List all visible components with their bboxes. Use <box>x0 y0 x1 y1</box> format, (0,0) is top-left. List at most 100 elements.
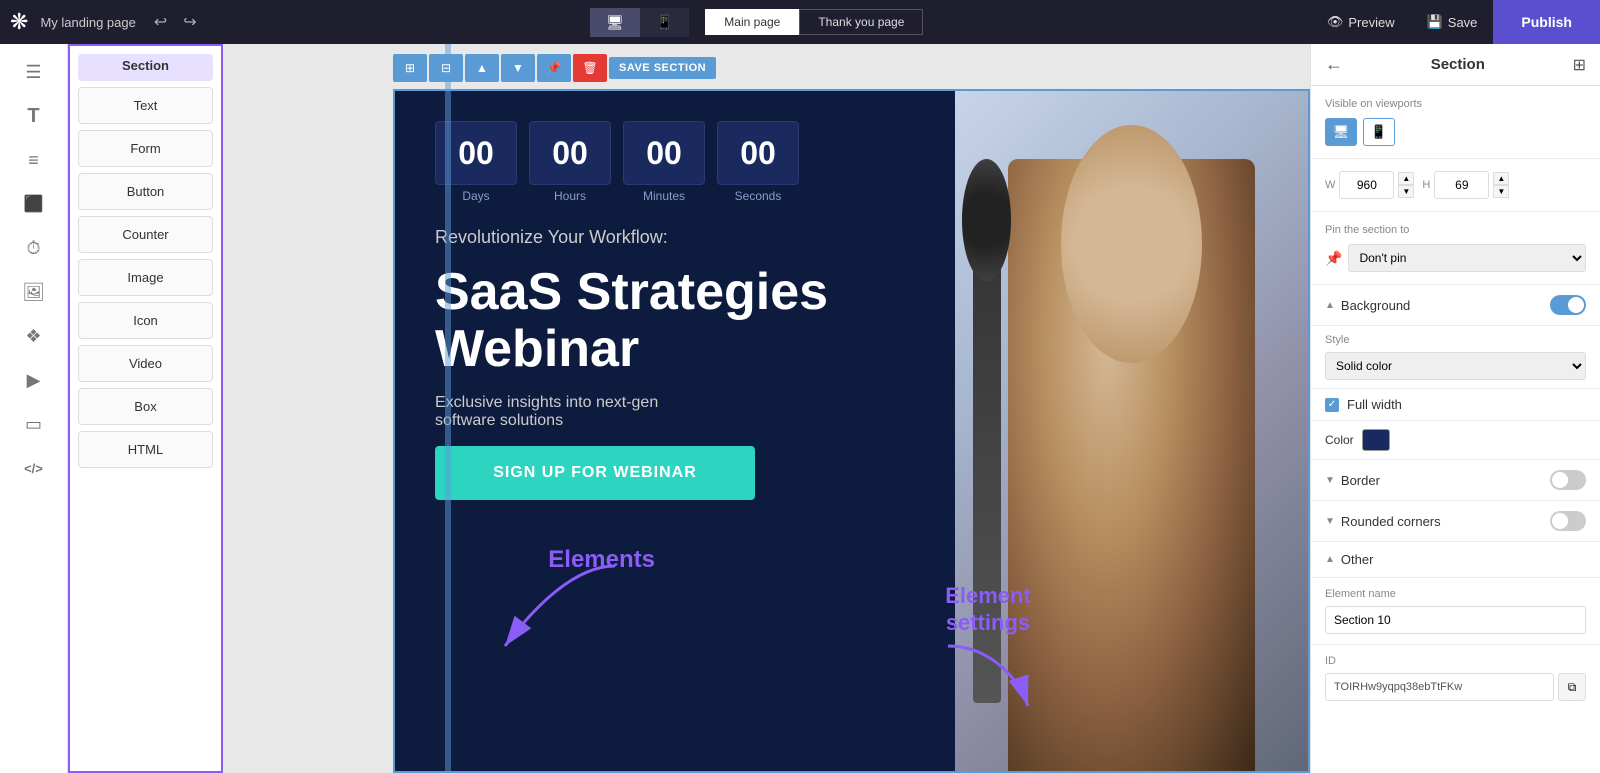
form-icon: ≡ <box>28 150 39 171</box>
other-row[interactable]: ▲ Other <box>1311 542 1600 578</box>
toolbar-duplicate-button[interactable]: ⊟ <box>429 54 463 82</box>
pin-icon: 📌 <box>1325 250 1342 267</box>
width-down-button[interactable]: ▼ <box>1398 185 1414 198</box>
publish-button[interactable]: Publish <box>1493 0 1600 44</box>
section-image <box>955 91 1308 771</box>
sidebar-item-icon[interactable]: ❖ <box>10 316 58 356</box>
element-item-image[interactable]: Image <box>78 259 213 296</box>
element-item-video[interactable]: Video <box>78 345 213 382</box>
element-item-html[interactable]: HTML <box>78 431 213 468</box>
element-name-input[interactable] <box>1325 606 1586 634</box>
toolbar-move-button[interactable]: ⊞ <box>393 54 427 82</box>
section-title: SaaS Strategies Webinar <box>435 264 925 378</box>
element-name-label: Element name <box>1325 588 1586 600</box>
undo-button[interactable]: ↩ <box>148 8 173 36</box>
image-icon: 🖼 <box>22 282 45 303</box>
background-toggle[interactable] <box>1550 295 1586 315</box>
rounded-corners-row[interactable]: ▼ Rounded corners <box>1311 501 1600 542</box>
right-panel: ← Section ⊞ Visible on viewports 🖥 📱 W ▲… <box>1310 44 1600 773</box>
sidebar-item-text[interactable]: T <box>10 96 58 136</box>
sidebar-item-form[interactable]: ≡ <box>10 140 58 180</box>
style-select[interactable]: Solid color Gradient Image Video <box>1325 352 1586 380</box>
topbar-left: ❋ My landing page ↩ ↪ <box>10 8 203 36</box>
element-item-form[interactable]: Form <box>78 130 213 167</box>
border-row[interactable]: ▼ Border <box>1311 460 1600 501</box>
width-group: W ▲ ▼ <box>1325 171 1414 199</box>
height-label: H <box>1422 179 1430 191</box>
preview-icon: 👁 <box>1327 14 1344 30</box>
id-input[interactable] <box>1325 673 1554 701</box>
element-panel-header: Section <box>78 54 213 81</box>
sidebar-item-image[interactable]: 🖼 <box>10 272 58 312</box>
countdown-hours-label: Hours <box>554 189 586 203</box>
desktop-viewport-button[interactable]: 🖥 <box>1325 118 1357 146</box>
fullwidth-checkbox[interactable]: ✓ <box>1325 398 1339 412</box>
width-label: W <box>1325 179 1335 191</box>
section-title-line2: Webinar <box>435 321 925 378</box>
element-item-text[interactable]: Text <box>78 87 213 124</box>
sidebar-item-box[interactable]: ▭ <box>10 404 58 444</box>
countdown-minutes-value: 00 <box>623 121 705 185</box>
element-item-button[interactable]: Button <box>78 173 213 210</box>
mobile-viewport-button[interactable]: 📱 <box>1363 118 1395 146</box>
color-label: Color <box>1325 433 1354 447</box>
right-panel-title: Section <box>1431 56 1485 73</box>
background-row[interactable]: ▲ Background <box>1311 285 1600 326</box>
preview-button[interactable]: 👁 Preview <box>1311 0 1411 44</box>
height-up-button[interactable]: ▲ <box>1493 172 1509 185</box>
pin-select[interactable]: Don't pin Top Bottom <box>1348 244 1586 272</box>
id-copy-button[interactable]: ⧉ <box>1558 673 1586 701</box>
toolbar-up-button[interactable]: ▲ <box>465 54 499 82</box>
redo-button[interactable]: ↪ <box>177 8 202 36</box>
icon-icon: ❖ <box>25 326 41 347</box>
element-item-counter[interactable]: Counter <box>78 216 213 253</box>
toolbar-pin-button[interactable]: 📌 <box>537 54 571 82</box>
save-button[interactable]: 💾 Save <box>1411 0 1494 44</box>
pin-section: Pin the section to 📌 Don't pin Top Botto… <box>1311 212 1600 285</box>
canvas-area: ⊞ ⊟ ▲ ▼ 📌 🗑 SAVE SECTION 00 Days <box>223 44 1310 773</box>
grid-view-button[interactable]: ⊞ <box>1573 55 1586 75</box>
fullwidth-row: ✓ Full width <box>1311 389 1600 421</box>
element-item-icon[interactable]: Icon <box>78 302 213 339</box>
mobile-view-button[interactable]: 📱 <box>640 8 689 37</box>
main-page-tab[interactable]: Main page <box>705 9 799 35</box>
sidebar-item-sections[interactable]: ☰ <box>10 52 58 92</box>
fullwidth-label: Full width <box>1347 397 1402 412</box>
html-icon: </> <box>24 461 43 476</box>
left-sidebar: ☰ T ≡ ⬛ ⏱ 🖼 ❖ ▶ ▭ </> <box>0 44 68 773</box>
height-down-button[interactable]: ▼ <box>1493 185 1509 198</box>
style-label: Style <box>1325 334 1586 346</box>
sidebar-item-button[interactable]: ⬛ <box>10 184 58 224</box>
width-up-button[interactable]: ▲ <box>1398 172 1414 185</box>
sidebar-item-counter[interactable]: ⏱ <box>10 228 58 268</box>
sections-icon: ☰ <box>25 62 41 83</box>
save-icon: 💾 <box>1427 14 1443 30</box>
height-input[interactable] <box>1434 171 1489 199</box>
color-swatch[interactable] <box>1362 429 1390 451</box>
sidebar-item-video[interactable]: ▶ <box>10 360 58 400</box>
section-content: 00 Days 00 Hours 00 Minutes 00 <box>393 89 1310 773</box>
toolbar-down-button[interactable]: ▼ <box>501 54 535 82</box>
countdown-hours: 00 Hours <box>529 121 611 203</box>
border-toggle[interactable] <box>1550 470 1586 490</box>
id-section: ID ⧉ <box>1311 645 1600 711</box>
save-section-button[interactable]: SAVE SECTION <box>609 57 716 79</box>
rounded-toggle[interactable] <box>1550 511 1586 531</box>
section-description: Exclusive insights into next-gensoftware… <box>435 394 925 430</box>
page-tabs: Main page Thank you page <box>705 9 923 35</box>
back-button[interactable]: ← <box>1325 54 1343 75</box>
thank-you-page-tab[interactable]: Thank you page <box>799 9 923 35</box>
section-inner: 00 Days 00 Hours 00 Minutes 00 <box>395 91 1308 771</box>
panel-resize-handle[interactable] <box>445 44 451 773</box>
sidebar-item-html[interactable]: </> <box>10 448 58 488</box>
desktop-view-button[interactable]: 🖥 <box>590 8 640 37</box>
topbar-actions: 👁 Preview 💾 Save Publish <box>1311 0 1600 44</box>
section-left: 00 Days 00 Hours 00 Minutes 00 <box>395 91 955 771</box>
width-stepper: ▲ ▼ <box>1398 172 1414 198</box>
cta-button[interactable]: SIGN UP FOR WEBINAR <box>435 446 755 500</box>
pin-label: Pin the section to <box>1325 224 1586 236</box>
width-input[interactable] <box>1339 171 1394 199</box>
toolbar-delete-button[interactable]: 🗑 <box>573 54 607 82</box>
element-item-box[interactable]: Box <box>78 388 213 425</box>
border-chevron: ▼ <box>1325 475 1335 486</box>
